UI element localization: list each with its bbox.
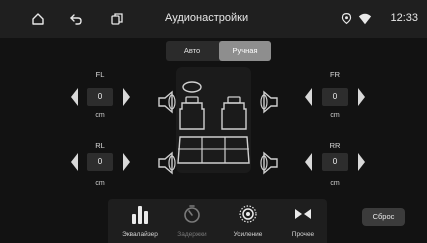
balance-icon (295, 209, 311, 219)
equalizer-icon (132, 206, 148, 224)
tab-other[interactable]: Прочее (275, 200, 331, 242)
wifi-icon (358, 13, 372, 25)
channel-label-rr: RR (329, 141, 341, 150)
home-icon[interactable] (30, 11, 46, 27)
page-title: Аудионастройки (165, 12, 249, 24)
rl-increase-arrow[interactable] (123, 153, 130, 171)
channel-label-fl: FL (95, 70, 105, 79)
rear-right-speaker-icon (260, 151, 278, 175)
tab-gain[interactable]: Усиление (220, 200, 276, 242)
rr-increase-arrow[interactable] (358, 153, 365, 171)
front-right-speaker-icon (260, 90, 278, 114)
channel-label-fr: FR (330, 70, 340, 79)
fr-decrease-arrow[interactable] (305, 88, 312, 106)
tab-equalizer[interactable]: Эквалайзер (112, 200, 168, 242)
fr-unit: cm (330, 112, 340, 119)
fl-increase-arrow[interactable] (123, 88, 130, 106)
location-icon (341, 13, 352, 25)
fr-value[interactable]: 0 (322, 88, 348, 106)
channel-label-rl: RL (95, 141, 105, 150)
tab-equalizer-label: Эквалайзер (122, 231, 158, 238)
rl-unit: cm (95, 180, 105, 187)
back-icon[interactable] (68, 11, 84, 27)
mode-manual-button[interactable]: Ручная (219, 41, 271, 61)
rr-value[interactable]: 0 (322, 153, 348, 171)
tab-delays-label: Задержки (177, 231, 207, 238)
fl-decrease-arrow[interactable] (71, 88, 78, 106)
rl-value[interactable]: 0 (87, 153, 113, 171)
recent-apps-icon[interactable] (109, 11, 125, 27)
clock: 12:33 (390, 12, 418, 24)
tab-delays[interactable]: Задержки (164, 200, 220, 242)
car-seats-icon (176, 67, 251, 173)
mode-toggle: Авто Ручная (166, 41, 271, 61)
fr-increase-arrow[interactable] (358, 88, 365, 106)
gain-icon (239, 205, 257, 223)
delay-timer-icon (184, 205, 200, 223)
fl-unit: cm (95, 112, 105, 119)
rl-decrease-arrow[interactable] (71, 153, 78, 171)
rr-unit: cm (330, 180, 340, 187)
tab-other-label: Прочее (291, 231, 315, 238)
rr-decrease-arrow[interactable] (305, 153, 312, 171)
status-bar: Аудионастройки 12:33 (0, 0, 427, 38)
reset-button[interactable]: Сброс (362, 208, 405, 226)
tab-gain-label: Усиление (233, 231, 263, 238)
mode-auto-button[interactable]: Авто (166, 41, 218, 61)
fl-value[interactable]: 0 (87, 88, 113, 106)
